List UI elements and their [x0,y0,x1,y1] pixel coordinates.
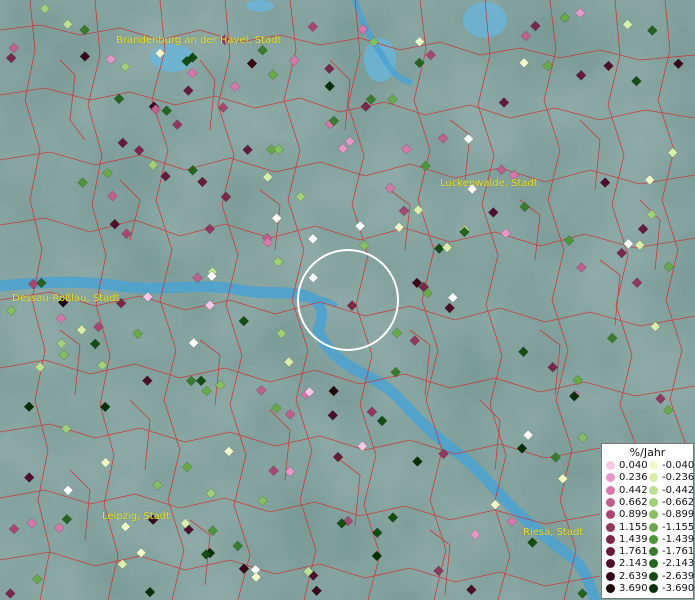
city-label-leipzig: Leipzig, Stadt [102,511,171,522]
legend-label: 1.155 [619,521,648,533]
legend-label: 0.236 [619,472,648,484]
legend-swatch [649,497,658,507]
legend-label: -1.761 [662,546,695,558]
legend-label: -0.442 [662,484,695,496]
legend-swatch [606,534,615,544]
legend-swatch [606,571,615,581]
legend-label: 0.899 [619,509,648,521]
legend-swatch [606,497,615,507]
legend-title: %/Jahr [629,446,666,459]
legend-swatch [606,559,615,569]
legend-swatch [649,510,658,520]
legend-label: 3.690 [619,583,648,594]
legend-swatch [606,522,615,532]
legend-label: -0.662 [662,496,695,508]
legend-label: -2.143 [662,558,695,570]
legend-swatch [606,485,615,495]
legend-label: 2.143 [619,558,648,570]
legend-swatch [649,547,658,557]
city-label-brandenburg: Brandenburg an der Havel, Stadt [116,35,282,46]
legend-swatch [606,510,615,520]
legend-label: -2.639 [662,570,695,582]
legend-label: -0.040 [662,460,695,471]
color-legend: %/Jahr 0.040 0.236 0.442 0.662 0.899 1.155 1.4… [601,443,694,599]
legend-label: -3.690 [662,583,695,594]
legend-label: -0.236 [662,472,695,484]
legend-swatch [649,559,658,569]
legend-swatch [649,534,658,544]
legend-label: 1.761 [619,546,648,558]
legend-swatch [649,571,658,581]
map-view[interactable]: Brandenburg an der Havel, Stadt Luckenwa… [0,0,695,600]
legend-swatch [606,473,615,483]
legend-swatch [606,547,615,557]
legend-swatch [606,461,615,470]
legend-swatch [649,461,658,470]
legend-swatch [649,522,658,532]
legend-label: 0.442 [619,484,648,496]
legend-swatch [649,584,658,593]
legend-label: 2.639 [619,570,648,582]
city-label-luckenwalde: Luckenwalde, Stadt [440,178,538,189]
city-label-riesa: Riesa, Stadt [523,527,584,538]
legend-swatch [606,584,615,593]
legend-label: -1.155 [662,521,695,533]
legend-label: -1.439 [662,533,695,545]
legend-swatch [649,485,658,495]
city-label-dessau: Dessau-Roßlau, Stadt [12,293,120,304]
legend-label: 0.662 [619,496,648,508]
legend-label: -0.899 [662,509,695,521]
legend-label: 0.040 [619,460,648,471]
legend-label: 1.439 [619,533,648,545]
legend-swatch [649,473,658,483]
